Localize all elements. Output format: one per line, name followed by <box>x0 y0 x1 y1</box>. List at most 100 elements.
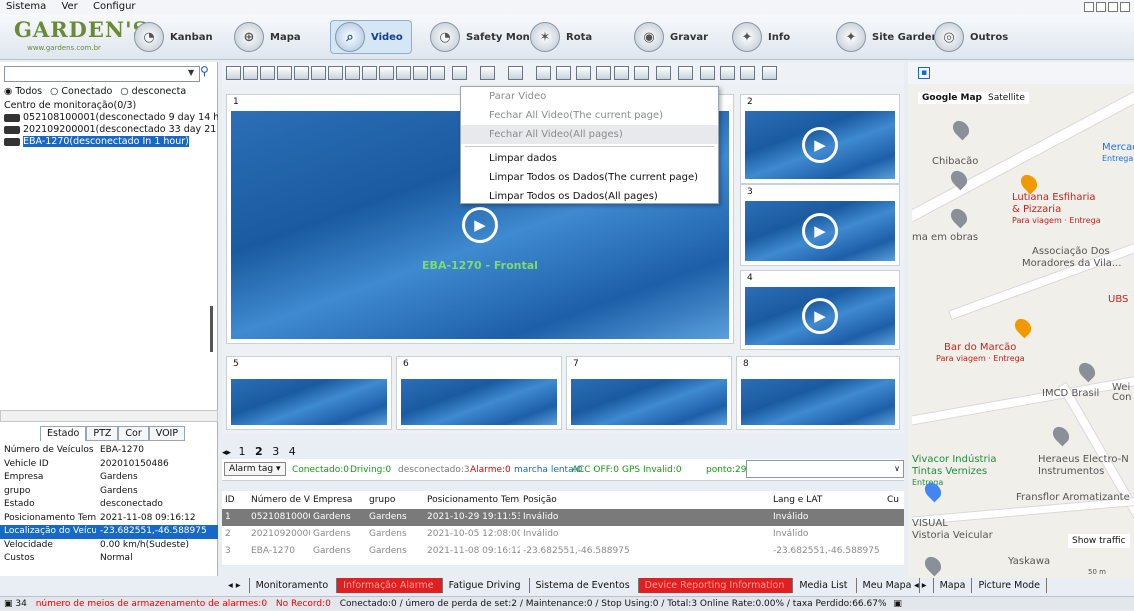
page-tab[interactable]: 3 <box>272 445 279 458</box>
tab-nav-icon[interactable]: ◂ ▸ <box>222 578 250 593</box>
close-icon[interactable] <box>1120 2 1130 12</box>
minimize-icon[interactable] <box>1096 2 1106 12</box>
video-tool-button[interactable] <box>536 66 551 80</box>
video-tool-button[interactable] <box>243 66 258 80</box>
toolbar-site-garden[interactable]: ✦ Site Garden <box>836 20 939 54</box>
tree-item-selected[interactable]: EBA-1270(desconectado In 1 hour) <box>0 136 218 148</box>
menu-close-all[interactable]: Fechar All Video(All pages) <box>461 125 718 144</box>
video-cell-7[interactable]: 7 <box>566 356 732 430</box>
radio-conectado[interactable]: ○ Conectado <box>50 86 112 97</box>
map-type-satellite[interactable]: Satellite <box>984 92 1029 104</box>
toolbar-info[interactable]: ✦ Info <box>732 20 790 54</box>
column-header[interactable]: Número de Veíc <box>248 491 310 509</box>
tab-estado[interactable]: Estado <box>40 426 87 441</box>
video-tool-button[interactable] <box>345 66 360 80</box>
video-tool-button[interactable] <box>452 66 467 80</box>
alarm-filter-select[interactable]: ∨ <box>746 460 904 478</box>
video-cell-8[interactable]: 8 <box>736 356 900 430</box>
menu-configur[interactable]: Configur <box>87 0 142 14</box>
vehicle-search-input[interactable] <box>4 66 200 82</box>
table-row[interactable]: 2202109200001GardensGardens2021-10-05 12… <box>222 526 904 543</box>
column-header[interactable]: Cu <box>884 491 904 509</box>
tab-informacao-alarme[interactable]: Informação Alarme <box>337 578 443 593</box>
video-tool-button[interactable] <box>311 66 326 80</box>
video-tool-button[interactable] <box>379 66 394 80</box>
menu-clear-data[interactable]: Limpar dados <box>461 149 718 168</box>
map-pin-icon[interactable] <box>947 205 971 229</box>
column-header[interactable]: Posicionamento Tempo <box>424 491 520 509</box>
column-header[interactable]: ID <box>222 491 248 509</box>
video-tool-button[interactable] <box>328 66 343 80</box>
menu-stop-video[interactable]: Parar Video <box>461 87 718 106</box>
video-cell-2[interactable]: 2 ▶ <box>740 94 900 184</box>
video-tool-button[interactable] <box>480 66 495 80</box>
map-type-google[interactable]: Google Map <box>918 92 986 104</box>
tab-ptz[interactable]: PTZ <box>86 426 119 441</box>
maximize-icon[interactable] <box>1108 2 1118 12</box>
play-icon[interactable]: ▶ <box>802 298 838 334</box>
column-header[interactable]: Empresa <box>310 491 366 509</box>
tab-device-reporting[interactable]: Device Reporting Information <box>638 578 794 593</box>
page-nav-icon[interactable]: ◂▸ <box>222 448 231 458</box>
status-expand-icon[interactable]: ▣ <box>893 599 902 609</box>
menu-sistema[interactable]: Sistema <box>0 0 52 14</box>
property-row[interactable]: Empresa Gardens <box>0 471 218 485</box>
tab-picture-mode[interactable]: Picture Mode <box>972 578 1048 593</box>
tab-cor[interactable]: Cor <box>118 426 149 441</box>
play-icon[interactable]: ▶ <box>802 213 838 249</box>
horizontal-scrollbar[interactable] <box>0 410 218 422</box>
toolbar-video[interactable]: ⌕ Video <box>330 20 412 54</box>
video-tool-button[interactable] <box>277 66 292 80</box>
tree-item[interactable]: 202109200001(desconectado 33 day 21 ho <box>0 124 218 136</box>
toolbar-outros[interactable]: ◎ Outros <box>934 20 1008 54</box>
video-tool-button[interactable] <box>362 66 377 80</box>
column-header[interactable]: grupo <box>366 491 424 509</box>
menu-ver[interactable]: Ver <box>55 0 83 14</box>
property-row[interactable]: Vehicle ID 202010150486 <box>0 458 218 472</box>
tab-monitoramento[interactable]: Monitoramento <box>250 578 338 593</box>
property-row[interactable]: Número de Veículos EBA-1270 <box>0 444 218 458</box>
video-tool-button[interactable] <box>413 66 428 80</box>
play-icon[interactable]: ▶ <box>462 207 498 243</box>
toolbar-rota[interactable]: ✶ Rota <box>530 20 592 54</box>
video-tool-button[interactable] <box>720 66 735 80</box>
chevron-down-icon[interactable]: ▼ <box>188 68 194 77</box>
food-pin-icon[interactable] <box>1011 315 1035 339</box>
column-header[interactable]: Posição <box>520 491 770 509</box>
map-pin-icon[interactable] <box>949 117 973 141</box>
toolbar-safety[interactable]: ◔ Safety Mon <box>430 20 530 54</box>
toolbar-gravar[interactable]: ◉ Gravar <box>634 20 708 54</box>
page-tab[interactable]: 4 <box>289 445 296 458</box>
play-icon[interactable]: ▶ <box>802 127 838 163</box>
tab-media-list[interactable]: Media List <box>793 578 857 593</box>
video-tool-button[interactable] <box>294 66 309 80</box>
tab-nav-icon[interactable]: ◂ ▸ <box>908 578 934 593</box>
property-row[interactable]: Velocidade 0.00 km/h(Sudeste) <box>0 539 218 553</box>
property-row[interactable]: Custos Normal <box>0 552 218 566</box>
page-tab[interactable]: 2 <box>255 445 263 458</box>
property-row[interactable]: grupo Gardens <box>0 485 218 499</box>
table-row[interactable]: 3 EBA-1270 Gardens Gardens 2021-11-08 09:16:… <box>222 543 904 560</box>
toolbar-mapa[interactable]: ⊕ Mapa <box>234 20 301 54</box>
map-pin-icon[interactable] <box>921 553 945 577</box>
property-row[interactable]: Estado desconectado <box>0 498 218 512</box>
menu-clear-all[interactable]: Limpar Todos os Dados(All pages) <box>461 187 718 206</box>
column-header[interactable]: Lang e LAT <box>770 491 884 509</box>
video-cell-4[interactable]: 4 ▶ <box>740 270 900 350</box>
property-row[interactable]: Posicionamento Tempo 2021-11-08 09:16:12 <box>0 512 218 526</box>
menu-close-current[interactable]: Fechar All Video(The current page) <box>461 106 718 125</box>
tab-voip[interactable]: VOIP <box>148 426 186 441</box>
table-row[interactable]: 1052108100001GardensGardens2021-10-29 19… <box>222 509 904 526</box>
video-tool-button[interactable] <box>260 66 275 80</box>
video-tool-button[interactable] <box>614 66 629 80</box>
video-tool-button[interactable] <box>576 66 591 80</box>
video-tool-button[interactable] <box>596 66 611 80</box>
tab-mapa[interactable]: Mapa <box>934 578 973 593</box>
panel-splitter[interactable] <box>210 306 213 352</box>
video-tool-button[interactable] <box>740 66 755 80</box>
search-icon[interactable]: ⚲ <box>200 64 209 78</box>
tree-root[interactable]: Centro de monitoração(0/3) <box>0 100 218 112</box>
video-tool-button[interactable] <box>430 66 445 80</box>
save-icon[interactable]: ▪ <box>918 67 930 79</box>
video-tool-button[interactable] <box>700 66 715 80</box>
